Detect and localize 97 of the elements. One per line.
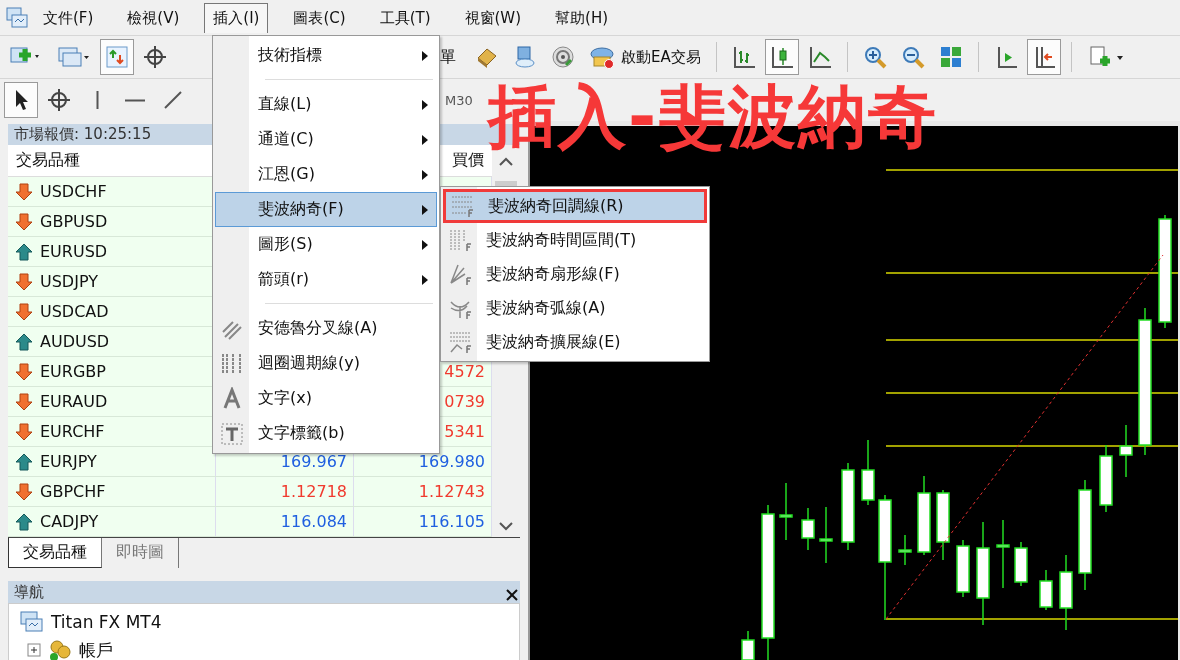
windows-icon [57,45,91,69]
menu-item[interactable]: 通道(C) [215,122,437,157]
people-icon [47,638,73,660]
candlestick [1119,424,1133,478]
fibonacci-levels-icon [450,194,474,218]
submenu-arrow-icon [422,50,428,61]
symbol-name: CADJPY [40,512,99,531]
monitor-chart-icon [19,610,45,634]
expand-icon[interactable] [27,643,41,657]
menu-item[interactable]: 斐波納奇擴展線(E) [443,325,707,359]
candlestick [779,482,793,541]
toolbar-button[interactable]: 啟動EA交易 [584,39,706,75]
menu-item[interactable]: 圖形(S) [215,227,437,262]
symbol-name: USDCHF [40,182,107,201]
menu-item[interactable]: 斐波納奇(F) [215,192,437,227]
menu-item[interactable]: 箭頭(r) [215,262,437,297]
menu-item[interactable]: 文件(F) [34,2,103,33]
panel-title: 市場報價: 10:25:15 [14,125,152,144]
menu-item[interactable]: 工具(T) [370,2,440,33]
crosshair-icon [47,88,71,112]
menu-item[interactable]: 斐波納奇回調線(R) [443,189,707,223]
signal-icon [551,45,575,69]
symbol-name: EURGBP [40,362,106,381]
fibonacci-expansion-icon [448,330,472,354]
menu-item[interactable]: 圖表(C) [284,2,355,33]
toolbar-text[interactable]: 單 [440,46,456,68]
horizontal-line-icon [125,98,145,102]
app-logo-icon [6,6,28,29]
toolbar-button[interactable] [4,82,38,118]
candlestick [898,534,912,566]
submenu-arrow-icon [422,274,428,285]
menu-item[interactable]: 視窗(W) [455,2,531,33]
candlestick [956,539,970,598]
menu-item[interactable]: 插入(I) [204,2,269,33]
text-box-icon [220,421,244,446]
submenu-arrow-icon [422,134,428,145]
submenu-arrow-icon [422,169,428,180]
panel-tab[interactable]: 即時圖 [102,538,179,568]
candlestick [1039,569,1053,611]
menu-item[interactable]: 技術指標 [215,38,437,73]
menu-item[interactable]: 檢視(V) [118,2,189,33]
zoom-in-icon [862,45,887,69]
robot-icon [589,45,617,69]
candlestick [936,489,950,561]
toolbar-button[interactable] [1026,39,1061,75]
fibonacci-zones-icon [448,228,472,252]
trend-line-icon [164,91,182,109]
menu-item[interactable]: 幫助(H) [546,2,618,33]
toolbar-button[interactable] [764,39,799,75]
symbol-name: EURAUD [40,392,108,411]
panel-tab[interactable]: 交易品種 [8,538,102,568]
column-header[interactable]: 交易品種 [8,150,216,171]
candlestick [819,506,833,564]
submenu-arrow-icon [422,99,428,110]
symbol-cell[interactable]: GBPCHF [8,477,216,506]
cloud-monitor-icon [513,45,537,69]
bid-cell: 116.084 [216,507,354,536]
menu-item[interactable]: 安德魯分叉線(A) [215,311,437,346]
symbol-name: AUDUSD [40,332,110,351]
symbol-name: GBPUSD [40,212,108,231]
symbol-name: USDCAD [40,302,109,321]
menu-item[interactable]: 直線(L) [215,87,437,122]
crosshair-icon [143,45,167,69]
symbol-name: EURJPY [40,452,97,471]
symbol-cell[interactable]: CADJPY [8,507,216,536]
menu-item[interactable]: 斐波納奇時間區間(T) [443,223,707,257]
symbol-name: USDJPY [40,272,98,291]
symbol-name: GBPCHF [40,482,106,501]
candlestick [861,439,875,506]
candlestick [1014,541,1028,587]
tree-item-label[interactable]: Titan FX MT4 [51,612,162,632]
symbol-name: EURUSD [40,242,108,261]
close-icon[interactable] [504,587,520,603]
bar-chart-icon [731,45,756,69]
menu-item[interactable]: 斐波納奇扇形線(F) [443,257,707,291]
vertical-lines-icon [220,351,244,376]
submenu-arrow-icon [422,239,428,250]
zoom-out-icon [900,45,925,69]
candlestick [741,630,755,660]
vertical-line-icon [95,91,99,109]
candlestick [801,507,815,551]
arrows-icon [105,45,129,69]
candlestick [996,519,1010,589]
menu-item[interactable]: 江恩(G) [215,157,437,192]
timeframe-button[interactable]: M30 [443,87,475,113]
symbol-name: EURCHF [40,422,105,441]
candlestick-icon [769,45,794,69]
panel-title: 導航 [14,582,44,602]
line-chart-icon [807,45,832,69]
tree-item-label[interactable]: 帳戶 [79,638,113,660]
candlestick [1099,444,1113,513]
fibonacci-fan-icon [448,262,472,286]
tile-windows-icon [938,45,963,69]
trend-line[interactable] [885,254,1164,620]
bid-cell: 1.12718 [216,477,354,506]
menu-item[interactable]: 斐波納奇弧線(A) [443,291,707,325]
submenu-arrow-icon [422,204,428,215]
